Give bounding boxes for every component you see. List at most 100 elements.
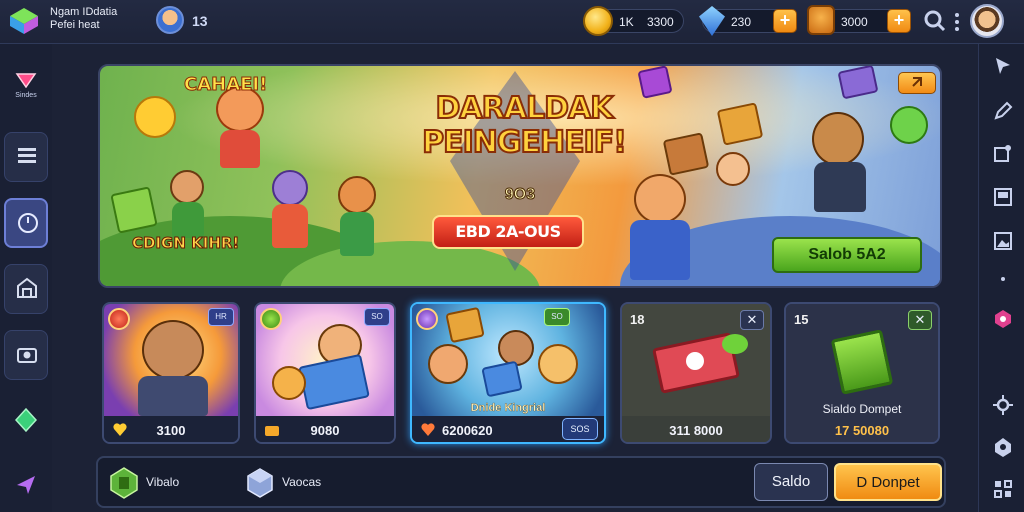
card-rank-badge (416, 308, 438, 330)
sidebar-item-gem[interactable] (4, 396, 48, 446)
sidebar-item-clock[interactable] (4, 198, 48, 248)
pencil-icon[interactable] (992, 100, 1014, 122)
gold-coin-icon (583, 6, 613, 36)
banner-subtitle-bottom: CDIGN KIHR! (131, 234, 240, 253)
card-number: 15 (794, 312, 809, 327)
banner-score: 9O3 (504, 186, 536, 204)
card-close-button[interactable]: ✕ (908, 310, 932, 330)
shop-card[interactable]: 18 ✕ 311 8000 (620, 302, 772, 444)
search-icon[interactable] (924, 10, 946, 32)
gold-value-a: 1K (619, 15, 634, 29)
banner-title-line1: DARALDAK (435, 91, 615, 127)
gift-box (110, 186, 158, 234)
card-price: 3100 (156, 423, 186, 438)
clock-icon (18, 213, 38, 233)
leaf-icon (722, 334, 748, 354)
card-caption: Sialdo Dompet (822, 402, 902, 416)
banner-title: DARALDAK PEINGEHEIF! (394, 91, 654, 161)
chest-currency: 3000 + (807, 5, 911, 35)
add-chest-button[interactable]: + (887, 9, 911, 33)
app-logo-icon[interactable] (8, 6, 40, 36)
banner-cta-button[interactable]: Salob 5A2 (772, 237, 922, 273)
image-icon[interactable] (992, 230, 1014, 252)
shop-card[interactable]: HR 3100 (102, 302, 240, 444)
dot-icon (1001, 277, 1005, 281)
card-tag: SO (544, 308, 570, 326)
flower-icon (686, 352, 704, 370)
card-price: 9080 (310, 423, 340, 438)
app-title-line2: Pefei heat (50, 19, 100, 31)
sidebar-item-store[interactable] (4, 264, 48, 314)
gem-value: 230 (731, 15, 752, 29)
more-options-icon[interactable] (954, 12, 960, 32)
character-body (272, 204, 308, 248)
bottom-bar: Vibalo Vaocas Saldo D Donpet (96, 456, 946, 508)
character-head (428, 344, 468, 384)
shop-card-selected[interactable]: SO Dnide Kingrial 6200620 SOS (410, 302, 606, 444)
character-head (170, 170, 204, 204)
sidebar-item-list[interactable] (4, 132, 48, 182)
banner-title-line2: PEINGEHEIF! (421, 125, 628, 161)
record-icon[interactable] (992, 308, 1014, 330)
character-head (890, 106, 928, 144)
right-toolbar (978, 44, 1024, 512)
camera-icon (17, 348, 37, 363)
card-footer: 3100 (104, 416, 238, 442)
character-head (498, 330, 534, 366)
card-close-button[interactable]: ✕ (740, 310, 764, 330)
character-head (538, 344, 578, 384)
card-footer: 17 50080 (786, 416, 938, 442)
gift-box (481, 360, 523, 398)
featured-banner[interactable]: CAHAEI! DARALDAK PEINGEHEIF! 9O3 EBD 2A-… (98, 64, 942, 288)
card-chip[interactable]: SOS (562, 418, 598, 440)
add-gems-button[interactable]: + (773, 9, 797, 33)
gold-currency[interactable]: 1K 3300 (583, 6, 684, 36)
expand-icon (912, 77, 922, 87)
player-avatar[interactable] (156, 6, 184, 34)
window-icon[interactable] (992, 186, 1014, 208)
location-icon[interactable] (992, 436, 1014, 458)
gold-value-b: 3300 (647, 15, 674, 29)
card-price: 311 8000 (669, 423, 723, 438)
character-head (272, 366, 306, 400)
store-icon (17, 277, 37, 298)
card-rank-badge (108, 308, 130, 330)
left-sidebar: Sindes (0, 44, 52, 512)
character-head (634, 174, 686, 224)
puzzle-icon[interactable] (992, 142, 1014, 164)
card-number: 18 (630, 312, 645, 327)
character-body (138, 376, 208, 416)
green-diamond-icon (15, 408, 37, 432)
card-tag: SO (364, 308, 390, 326)
move-icon[interactable] (992, 54, 1014, 76)
shop-card[interactable]: 15 ✕ Sialdo Dompet 17 50080 (784, 302, 940, 444)
character-body (172, 202, 204, 238)
cube-icon[interactable] (246, 467, 274, 499)
gift-box (445, 306, 485, 344)
shop-card[interactable]: SO 9080 (254, 302, 396, 444)
heart-gem-icon (15, 73, 37, 88)
sidebar-item-home[interactable]: Sindes (4, 60, 48, 110)
character-head (338, 176, 376, 214)
banner-corner-button[interactable] (898, 72, 936, 94)
list-icon (18, 148, 36, 163)
sidebar-item-send[interactable] (4, 462, 48, 512)
green-ticket-icon[interactable] (110, 467, 138, 499)
gear-icon[interactable] (992, 394, 1014, 416)
character-head (134, 96, 176, 138)
card-footer: 311 8000 (622, 416, 770, 442)
card-price: 17 50080 (834, 423, 890, 438)
gem-currency: 230 + (699, 6, 797, 36)
app-title: Ngam IDdatia Pefei heat (50, 6, 117, 32)
dompet-button[interactable]: D Donpet (834, 463, 942, 501)
profile-avatar[interactable] (970, 4, 1004, 38)
character-body (630, 220, 690, 280)
sidebar-item-camera[interactable] (4, 330, 48, 380)
character-head (272, 170, 308, 206)
card-tag: HR (208, 308, 234, 326)
grid-icon[interactable] (992, 478, 1014, 500)
bottom-item-label: Vibalo (146, 475, 180, 489)
saldo-button[interactable]: Saldo (754, 463, 828, 501)
card-art (412, 304, 604, 416)
event-label: EBD 2A-OUS (432, 215, 584, 249)
